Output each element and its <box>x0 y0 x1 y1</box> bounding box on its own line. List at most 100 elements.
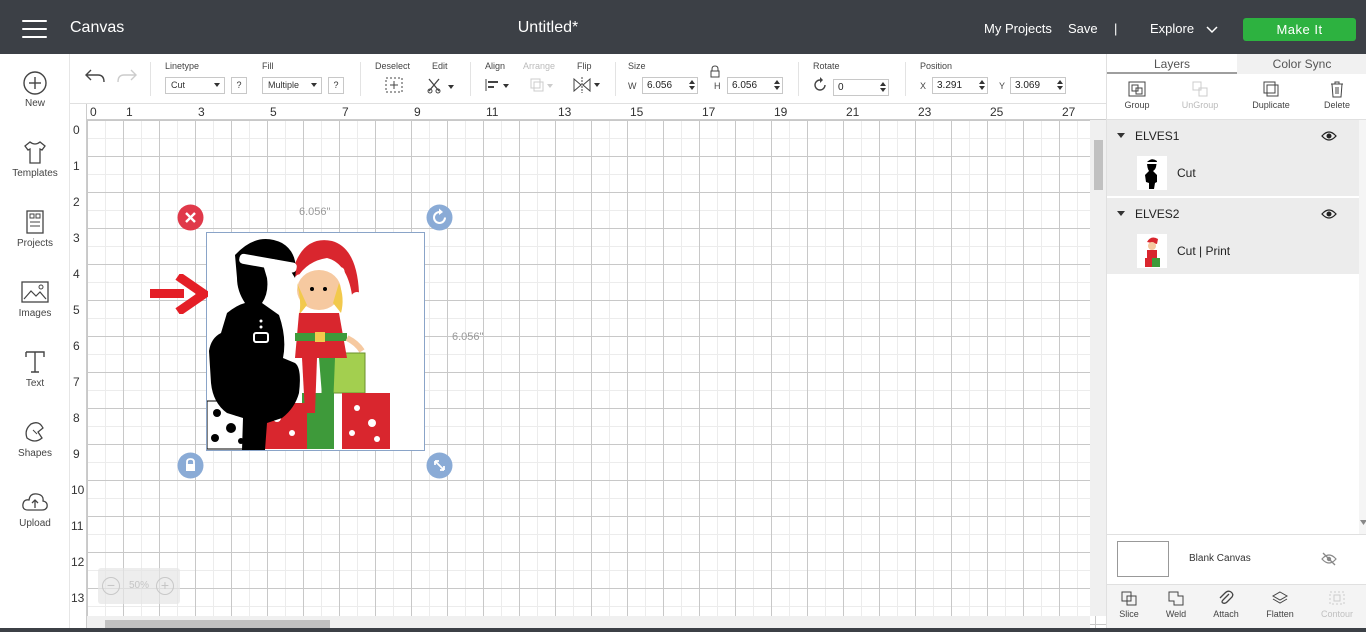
align-label: Align <box>485 61 506 71</box>
undo-icon[interactable] <box>84 68 106 84</box>
selection-bounding-box[interactable] <box>206 232 425 451</box>
duplicate-button[interactable]: Duplicate <box>1241 80 1301 110</box>
position-x-spinner-icon[interactable] <box>979 80 985 91</box>
rotate-value: 0 <box>838 82 844 93</box>
tab-layers[interactable]: Layers <box>1107 54 1237 74</box>
ruler-tick: 3 <box>73 231 80 245</box>
chevron-down-icon <box>1206 26 1218 33</box>
document-title: Untitled* <box>517 19 579 36</box>
ruler-tick: 21 <box>846 105 860 119</box>
caret-down-icon[interactable] <box>1117 133 1125 138</box>
group-icon <box>1128 81 1146 97</box>
lock-handle-icon[interactable] <box>177 452 204 479</box>
tab-color-sync[interactable]: Color Sync <box>1237 54 1366 74</box>
edit-tools-icon[interactable] <box>426 76 456 94</box>
image-icon <box>21 281 49 303</box>
slice-label: Slice <box>1119 609 1139 619</box>
layer-thumbnail[interactable] <box>1137 234 1167 268</box>
ruler-top: 0 1 3 5 7 9 11 13 15 17 19 21 23 25 27 <box>70 104 1106 120</box>
layers-scrollbar[interactable] <box>1359 120 1366 534</box>
make-it-button[interactable]: Make It <box>1243 18 1356 41</box>
linetype-help-button[interactable]: ? <box>231 77 247 94</box>
explore-menu[interactable]: Explore <box>1150 21 1218 36</box>
elves-artwork[interactable] <box>207 233 424 450</box>
ruler-tick: 15 <box>630 105 644 119</box>
flatten-label: Flatten <box>1266 609 1294 619</box>
delete-button[interactable]: Delete <box>1307 80 1366 110</box>
design-canvas[interactable]: 0 1 3 5 7 9 11 13 15 17 19 21 23 25 27 0… <box>70 104 1106 632</box>
height-label: H <box>714 81 721 91</box>
linetype-select[interactable]: Cut <box>165 77 225 94</box>
delete-handle-icon[interactable] <box>177 204 204 231</box>
sidebar-item-text[interactable]: Text <box>0 348 70 389</box>
weld-button[interactable]: Weld <box>1151 590 1201 619</box>
sidebar-item-label: Images <box>18 308 52 319</box>
zoom-out-button[interactable]: − <box>102 577 120 595</box>
align-icon[interactable] <box>484 77 512 93</box>
width-input[interactable]: 6.056 <box>642 77 698 94</box>
zoom-in-button[interactable]: + <box>156 577 174 595</box>
sidebar-item-label: Text <box>25 378 45 389</box>
upload-cloud-icon <box>22 493 48 511</box>
fill-help-button[interactable]: ? <box>328 77 344 94</box>
slice-button[interactable]: Slice <box>1104 590 1154 619</box>
duplicate-label: Duplicate <box>1252 100 1290 110</box>
blank-canvas-row[interactable]: Blank Canvas <box>1107 534 1366 584</box>
weld-icon <box>1168 591 1184 606</box>
rotate-input[interactable]: 0 <box>833 79 889 96</box>
flip-icon[interactable] <box>572 76 602 94</box>
lock-aspect-icon[interactable] <box>709 65 721 78</box>
projects-icon <box>26 210 44 234</box>
layer-tools: Group UnGroup Duplicate Delete <box>1107 74 1366 120</box>
weld-label: Weld <box>1165 609 1187 619</box>
contour-label: Contour <box>1320 609 1354 619</box>
width-spinner-icon[interactable] <box>689 80 695 91</box>
position-y-spinner-icon[interactable] <box>1057 80 1063 91</box>
rotate-handle-icon[interactable] <box>426 204 453 231</box>
ungroup-button: UnGroup <box>1170 80 1230 110</box>
canvas-vertical-scrollbar[interactable] <box>1090 120 1106 616</box>
height-spinner-icon[interactable] <box>774 80 780 91</box>
ruler-tick: 13 <box>558 105 572 119</box>
blank-canvas-swatch[interactable] <box>1117 541 1169 577</box>
paperclip-icon <box>1219 590 1234 604</box>
save-link[interactable]: Save <box>1068 21 1098 36</box>
resize-handle-icon[interactable] <box>426 452 453 479</box>
window-bottom-edge <box>0 628 1366 632</box>
height-input[interactable]: 6.056 <box>727 77 783 94</box>
flatten-button[interactable]: Flatten <box>1255 590 1305 619</box>
sidebar-item-new[interactable]: New <box>0 70 70 109</box>
group-button[interactable]: Group <box>1107 80 1167 110</box>
layer-group-header[interactable]: ELVES2 <box>1107 198 1359 228</box>
my-projects-link[interactable]: My Projects <box>984 21 1052 36</box>
ungroup-label: UnGroup <box>1181 100 1219 110</box>
sidebar-item-projects[interactable]: Projects <box>0 208 70 249</box>
trash-icon <box>1331 81 1343 98</box>
ruler-tick: 1 <box>126 105 133 119</box>
right-panel: Layers Color Sync Group UnGroup Duplicat… <box>1106 54 1366 632</box>
sidebar-item-templates[interactable]: Templates <box>0 138 70 179</box>
rotate-icon <box>814 77 826 91</box>
position-y-input[interactable]: 3.069 <box>1010 77 1066 94</box>
layer-group-header[interactable]: ELVES1 <box>1107 120 1359 150</box>
eye-icon[interactable] <box>1321 208 1337 220</box>
deselect-icon[interactable] <box>384 76 404 94</box>
sidebar-item-upload[interactable]: Upload <box>0 488 70 529</box>
position-x-input[interactable]: 3.291 <box>932 77 988 94</box>
position-x-value: 3.291 <box>937 80 963 91</box>
attach-button[interactable]: Attach <box>1201 590 1251 619</box>
sidebar-item-images[interactable]: Images <box>0 278 70 319</box>
ruler-tick: 5 <box>73 303 80 317</box>
scroll-thumb[interactable] <box>1094 140 1103 190</box>
eye-hidden-icon[interactable] <box>1321 552 1337 566</box>
scroll-down-icon[interactable] <box>1360 520 1366 526</box>
sidebar-item-shapes[interactable]: Shapes <box>0 418 70 459</box>
layer-group-elves1[interactable]: ELVES1 Cut <box>1107 120 1359 196</box>
rotate-spinner-icon[interactable] <box>880 82 886 93</box>
layer-group-elves2[interactable]: ELVES2 Cut | Print <box>1107 198 1359 274</box>
eye-icon[interactable] <box>1321 130 1337 142</box>
contour-button: Contour <box>1312 590 1362 619</box>
layer-thumbnail[interactable] <box>1137 156 1167 190</box>
caret-down-icon[interactable] <box>1117 211 1125 216</box>
fill-select[interactable]: Multiple <box>262 77 322 94</box>
